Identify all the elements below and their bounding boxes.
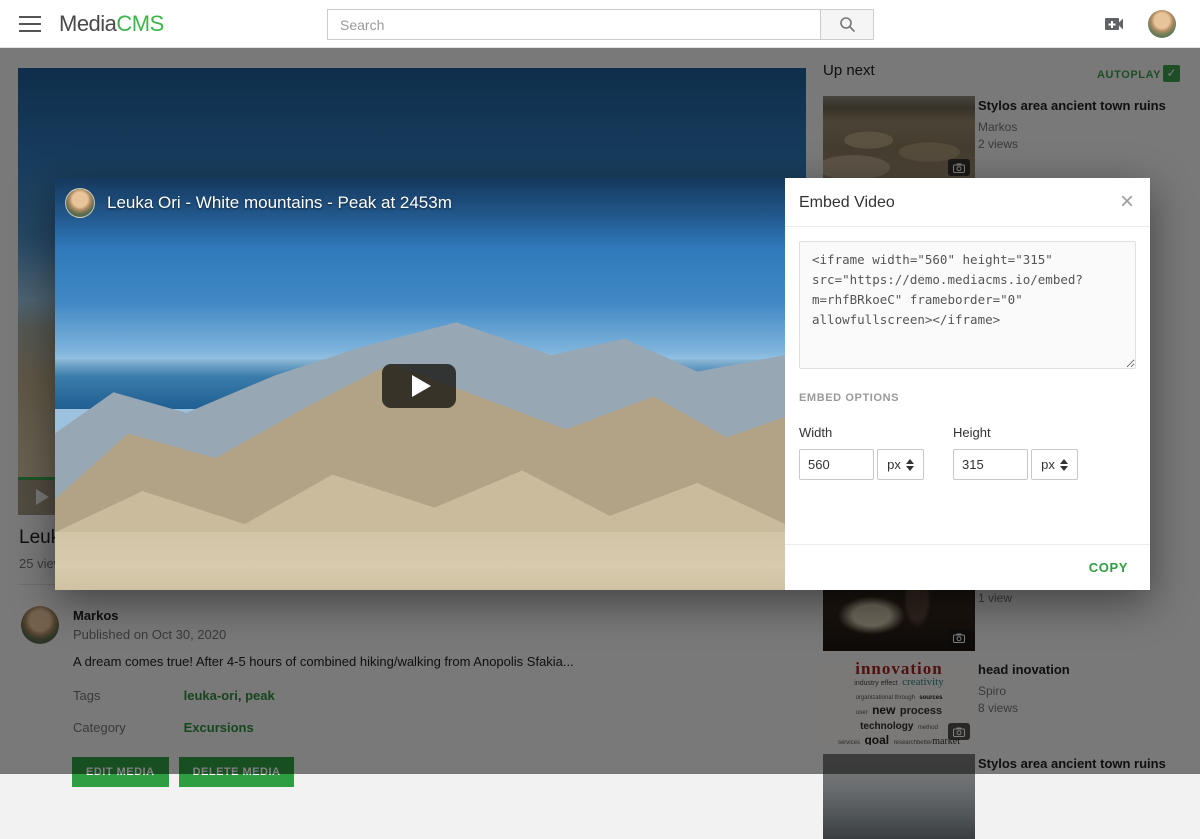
- search-button[interactable]: [820, 9, 874, 40]
- logo-cms-text: CMS: [116, 11, 163, 36]
- embed-panel: Embed Video × <iframe width="560" height…: [785, 178, 1150, 590]
- preview-channel-avatar[interactable]: [65, 188, 95, 218]
- menu-icon[interactable]: [19, 16, 41, 32]
- height-unit-select[interactable]: px: [1031, 449, 1078, 480]
- preview-video-title[interactable]: Leuka Ori - White mountains - Peak at 24…: [107, 193, 452, 213]
- width-unit-select[interactable]: px: [877, 449, 924, 480]
- spinner-icon: [1060, 459, 1068, 471]
- mediacms-logo[interactable]: MediaCMS: [59, 11, 164, 37]
- height-input[interactable]: [953, 449, 1028, 480]
- search-input[interactable]: [327, 9, 820, 40]
- play-icon: [412, 375, 431, 397]
- upload-video-icon[interactable]: [1102, 12, 1126, 36]
- search-icon: [839, 16, 856, 33]
- dialog-title: Embed Video: [799, 194, 895, 212]
- embed-options-label: EMBED OPTIONS: [799, 392, 1136, 404]
- embed-code-textarea[interactable]: <iframe width="560" height="315" src="ht…: [799, 241, 1136, 369]
- embed-video-dialog: Leuka Ori - White mountains - Peak at 24…: [55, 178, 1150, 590]
- unit-label: px: [1041, 457, 1055, 472]
- width-input[interactable]: [799, 449, 874, 480]
- preview-foreground: [55, 532, 785, 590]
- big-play-button[interactable]: [382, 364, 456, 408]
- width-label: Width: [799, 425, 953, 440]
- logo-media-text: Media: [59, 11, 116, 36]
- copy-button[interactable]: COPY: [1089, 560, 1128, 575]
- height-label: Height: [953, 425, 1107, 440]
- embed-preview-player[interactable]: Leuka Ori - White mountains - Peak at 24…: [55, 178, 785, 590]
- search-bar: [327, 9, 874, 40]
- user-avatar[interactable]: [1148, 10, 1176, 38]
- top-app-bar: MediaCMS: [0, 0, 1200, 48]
- spinner-icon: [906, 459, 914, 471]
- unit-label: px: [887, 457, 901, 472]
- close-icon[interactable]: ×: [1120, 189, 1134, 215]
